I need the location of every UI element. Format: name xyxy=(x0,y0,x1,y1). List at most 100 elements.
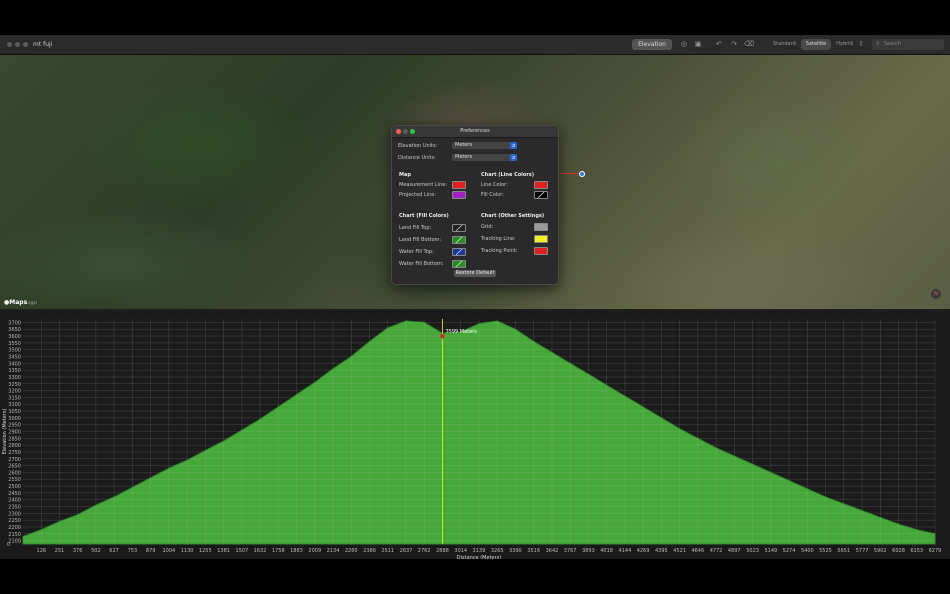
y-tick-label: 2350 xyxy=(8,505,21,511)
x-tick-label: 1758 xyxy=(272,548,285,554)
y-tick-label: 3400 xyxy=(8,361,21,367)
chart-fill-colors-header: Chart (Fill Colors) xyxy=(399,213,449,219)
x-tick-label: 5777 xyxy=(856,548,869,554)
fill-color-well[interactable] xyxy=(534,191,548,199)
zoom-window-button[interactable] xyxy=(23,42,28,47)
sidebar-icon[interactable]: ▣ xyxy=(693,39,703,50)
map-mode-hybrid[interactable]: Hybrid xyxy=(831,39,858,50)
y-tick-label: 2550 xyxy=(8,477,21,483)
y-tick-label: 2900 xyxy=(8,430,21,436)
projected-line-label: Projected Line: xyxy=(399,192,437,198)
title-bar: mt fuji Elevation ◎ ▣ ↶ ↷ ⌫ Standard Sat… xyxy=(0,35,950,55)
x-tick-label: 3265 xyxy=(491,548,504,554)
y-tick-label: 3500 xyxy=(8,348,21,354)
x-tick-label: 3767 xyxy=(564,548,577,554)
x-axis-label: Distance (Meters) xyxy=(457,555,501,559)
y-tick-label: 3050 xyxy=(8,409,21,415)
x-tick-label: 3014 xyxy=(454,548,467,554)
land-fill-top-color-well[interactable] xyxy=(452,224,466,232)
x-tick-label: 879 xyxy=(146,548,156,554)
y-tick-label: 3450 xyxy=(8,355,21,361)
fill-color-label: Fill Color: xyxy=(481,192,504,198)
distance-units-label: Distance Units: xyxy=(398,155,436,161)
x-tick-label: 1004 xyxy=(162,548,175,554)
tracking-location-marker[interactable] xyxy=(579,171,585,177)
legal-link[interactable]: Legal xyxy=(26,300,37,305)
maps-brand: ●Maps xyxy=(4,299,28,306)
line-color-well[interactable] xyxy=(534,181,548,189)
close-window-button[interactable] xyxy=(7,42,12,47)
redo-icon[interactable]: ↷ xyxy=(729,39,739,50)
elevation-chart[interactable]: 2100 2150 2200 2250 2300 2350 2400 2450 2500 2550… xyxy=(0,311,950,559)
x-tick-label: 6153 xyxy=(910,548,923,554)
grid-label: Grid: xyxy=(481,224,494,230)
x-tick-label: 1130 xyxy=(181,548,194,554)
search-field[interactable]: ⚲ Search xyxy=(872,39,944,50)
elevation-units-label: Elevation Units: xyxy=(398,143,438,149)
prefs-close-button[interactable] xyxy=(396,129,401,134)
x-tick-label: 5274 xyxy=(783,548,796,554)
prefs-zoom-button[interactable] xyxy=(410,129,415,134)
y-tick-label: 3100 xyxy=(8,402,21,408)
land-fill-top-label: Land Fill Top: xyxy=(399,225,432,231)
x-tick-label: 4521 xyxy=(673,548,686,554)
measurement-line-color-well[interactable] xyxy=(452,181,466,189)
chevron-updown-icon: ⇵ xyxy=(510,142,517,149)
y-tick-label: 2800 xyxy=(8,443,21,449)
x-tick-label: 3642 xyxy=(546,548,559,554)
measurement-line xyxy=(560,173,579,174)
water-fill-top-color-well[interactable] xyxy=(452,248,466,256)
y-tick-label: 2750 xyxy=(8,450,21,456)
map-mode-satellite[interactable]: Satellite xyxy=(800,39,832,50)
water-fill-bottom-color-well[interactable] xyxy=(452,260,466,268)
y-tick-label: 3250 xyxy=(8,382,21,388)
x-tick-label: 3139 xyxy=(473,548,486,554)
y-tick-label: 2450 xyxy=(8,491,21,497)
y-tick-label: 3000 xyxy=(8,416,21,422)
x-tick-label: 1507 xyxy=(236,548,249,554)
app-window: mt fuji Elevation ◎ ▣ ↶ ↷ ⌫ Standard Sat… xyxy=(0,35,950,559)
x-tick-label: 502 xyxy=(91,548,101,554)
x-tick-label: 6028 xyxy=(892,548,905,554)
y-tick-label: 3300 xyxy=(8,375,21,381)
tracking-line-color-well[interactable] xyxy=(534,235,548,243)
elevation-units-value: Meters xyxy=(455,142,473,148)
tracking-point-color-well[interactable] xyxy=(534,247,548,255)
y-tick-label: 3350 xyxy=(8,368,21,374)
restore-default-button[interactable]: Restore Default xyxy=(454,270,496,277)
land-fill-bottom-color-well[interactable] xyxy=(452,236,466,244)
x-tick-label: 2260 xyxy=(345,548,358,554)
minimize-window-button[interactable] xyxy=(15,42,20,47)
x-tick-label: 2511 xyxy=(381,548,394,554)
x-tick-label: 4772 xyxy=(710,548,723,554)
map-mode-standard[interactable]: Standard xyxy=(768,39,801,50)
projected-line-color-well[interactable] xyxy=(452,191,466,199)
x-tick-label: 4018 xyxy=(600,548,613,554)
search-placeholder: Search xyxy=(884,41,902,47)
y-tick-label: 3550 xyxy=(8,341,21,347)
distance-units-select[interactable]: Meters ⇵ xyxy=(452,154,517,161)
x-tick-label: 5902 xyxy=(874,548,887,554)
grid-color-well[interactable] xyxy=(534,223,548,231)
y-tick-label: 3700 xyxy=(8,320,21,326)
y-tick-label: 2300 xyxy=(8,511,21,517)
y-tick-label: 2150 xyxy=(8,532,21,538)
y-tick-label: 2100 xyxy=(8,539,21,545)
x-tick-label: 251 xyxy=(55,548,65,554)
y-tick-label: 3650 xyxy=(8,327,21,333)
elevation-button[interactable]: Elevation xyxy=(632,39,672,50)
share-icon[interactable]: ⇧ xyxy=(856,39,866,50)
trash-icon[interactable]: ⌫ xyxy=(744,39,754,50)
undo-icon[interactable]: ↶ xyxy=(714,39,724,50)
y-tick-label: 2250 xyxy=(8,518,21,524)
water-fill-bottom-label: Water Fill Bottom: xyxy=(399,261,444,267)
x-tick-label: 2637 xyxy=(400,548,413,554)
x-tick-label: 376 xyxy=(73,548,83,554)
x-tick-label: 627 xyxy=(109,548,119,554)
compass-icon[interactable]: ◎ xyxy=(679,39,689,50)
x-tick-label: 6279 xyxy=(929,548,942,554)
map-compass-icon[interactable]: N xyxy=(931,289,941,299)
x-tick-label: 2134 xyxy=(327,548,340,554)
elevation-units-select[interactable]: Meters ⇵ xyxy=(452,142,517,149)
y-axis-label: Elevation (Meters) xyxy=(2,409,8,455)
